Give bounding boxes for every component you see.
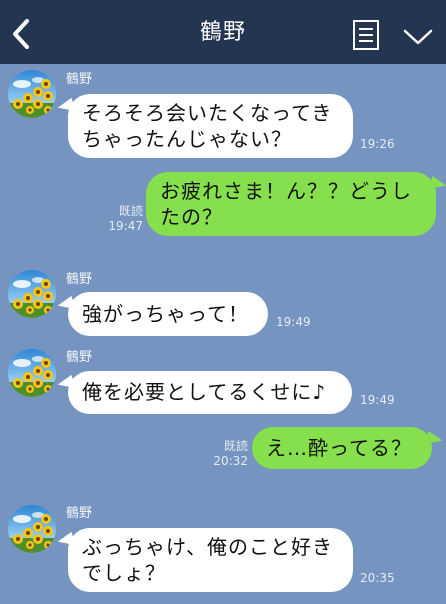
list-icon	[353, 20, 379, 50]
message-time: 19:49	[276, 315, 311, 329]
message-text-line: ぶっちゃけ、俺のこと好き	[82, 535, 333, 559]
message-bubble-outgoing[interactable]: え…酔ってる？	[252, 427, 432, 469]
message-text-line: ちゃったんじゃない？	[82, 127, 292, 151]
message-text-line: そろそろ会いたくなってき	[82, 101, 333, 125]
chevron-down-icon	[403, 29, 433, 45]
sender-name: 鶴野	[66, 272, 93, 287]
sunflower-avatar-image	[8, 270, 56, 318]
message-bubble-incoming[interactable]: そろそろ会いたくなってき ちゃったんじゃない？	[68, 94, 353, 158]
sunflower-avatar-image	[8, 505, 56, 553]
sender-name: 鶴野	[66, 72, 93, 87]
read-receipt: 既読 19:47	[99, 204, 143, 234]
message-text-line: 強がっちゃって！	[82, 302, 249, 326]
message-text-line: 俺を必要としてるくせに♪	[82, 380, 327, 404]
message-text-line: お疲れさま！ん？？どうし	[160, 179, 412, 203]
avatar[interactable]	[8, 505, 56, 553]
read-label: 既読	[223, 439, 248, 453]
message-text-line: でしょ？	[82, 561, 166, 585]
read-label: 既読	[118, 204, 143, 218]
message-time: 20:32	[213, 454, 248, 468]
chat-header: 鶴野	[0, 0, 446, 64]
message-time: 20:35	[360, 571, 395, 585]
message-text-line: たの？	[160, 205, 223, 229]
message-bubble-incoming[interactable]: 俺を必要としてるくせに♪	[68, 371, 352, 414]
message-text-line: え…酔ってる？	[266, 436, 412, 460]
message-time: 19:49	[360, 393, 395, 407]
avatar[interactable]	[8, 349, 56, 397]
sender-name: 鶴野	[66, 350, 93, 365]
message-bubble-incoming[interactable]: 強がっちゃって！	[68, 292, 268, 336]
read-receipt: 既読 20:32	[204, 439, 248, 469]
expand-button[interactable]	[400, 24, 436, 50]
avatar[interactable]	[8, 270, 56, 318]
sunflower-avatar-image	[8, 349, 56, 397]
message-bubble-incoming[interactable]: ぶっちゃけ、俺のこと好き でしょ？	[68, 528, 353, 592]
sunflower-avatar-image	[8, 70, 56, 118]
message-time: 19:47	[108, 219, 143, 233]
sender-name: 鶴野	[66, 506, 93, 521]
message-bubble-outgoing[interactable]: お疲れさま！ん？？どうし たの？	[146, 172, 436, 236]
menu-button[interactable]	[350, 18, 382, 52]
message-time: 19:26	[360, 137, 395, 151]
avatar[interactable]	[8, 70, 56, 118]
